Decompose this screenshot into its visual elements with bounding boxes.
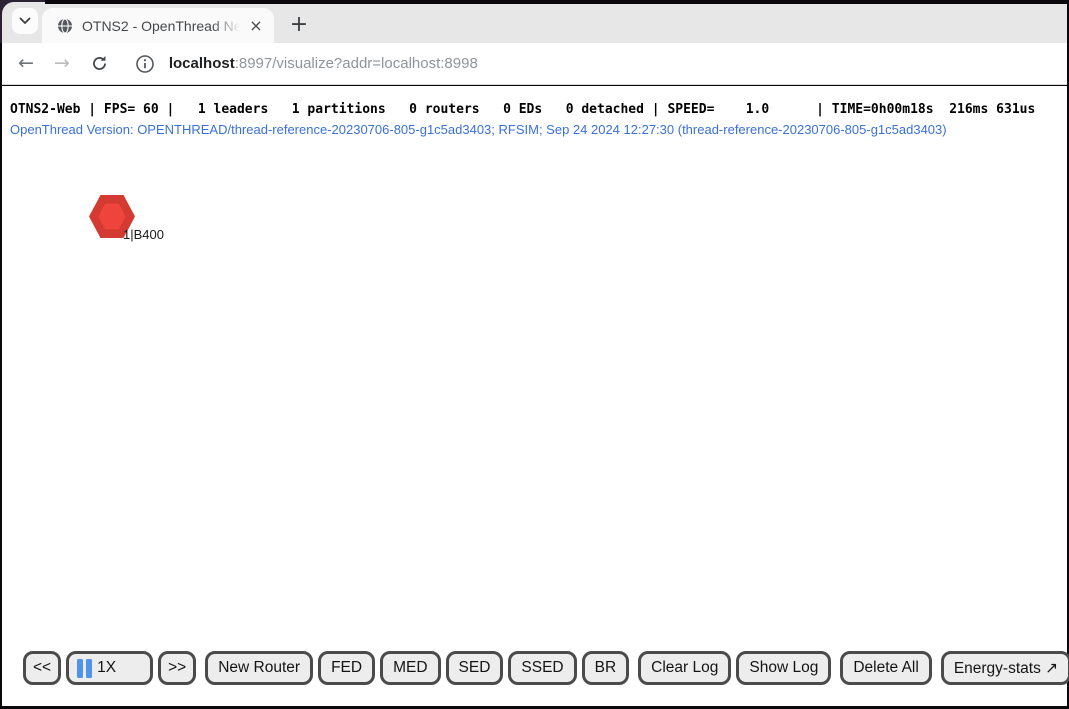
new-tab-button[interactable]: + <box>284 9 314 39</box>
tab-list-button[interactable] <box>12 8 38 34</box>
browser-tab[interactable]: OTNS2 - OpenThread Ne × <box>42 8 274 43</box>
node-label: 1|B400 <box>123 227 164 242</box>
reload-button[interactable] <box>90 54 109 73</box>
delete-all-button[interactable]: Delete All <box>840 651 931 685</box>
url-host: localhost <box>169 55 235 72</box>
speed-up-button[interactable]: >> <box>158 651 196 685</box>
globe-icon <box>57 18 73 34</box>
tab-title: OTNS2 - OpenThread Ne <box>82 18 240 34</box>
status-line: OTNS2-Web | FPS= 60 | 1 leaders 1 partit… <box>10 102 1035 117</box>
speed-display-button[interactable]: 1X <box>66 651 153 685</box>
new-fed-button[interactable]: FED <box>318 651 375 685</box>
new-sed-button[interactable]: SED <box>446 651 504 685</box>
otns-canvas: OTNS2-Web | FPS= 60 | 1 leaders 1 partit… <box>2 86 1067 706</box>
address-bar: ← → localhost:8997/visualize?addr=localh… <box>2 43 1067 85</box>
new-ssed-button[interactable]: SSED <box>508 651 576 685</box>
energy-stats-button[interactable]: Energy-stats ↗ <box>941 651 1069 685</box>
openthread-version-link[interactable]: OpenThread Version: OPENTHREAD/thread-re… <box>10 122 947 137</box>
info-icon[interactable] <box>135 54 155 74</box>
clear-log-button[interactable]: Clear Log <box>638 651 731 685</box>
url-path: :8997/visualize?addr=localhost:8998 <box>235 55 478 72</box>
back-button[interactable]: ← <box>18 54 34 73</box>
speed-value: 1X <box>97 659 116 677</box>
pause-icon <box>77 659 92 678</box>
action-toolbar: << 1X >> New Router FED MED SED SSED BR … <box>23 651 1069 685</box>
browser-window: OTNS2 - OpenThread Ne × + ← → localhost:… <box>2 0 1067 706</box>
new-router-button[interactable]: New Router <box>205 651 313 685</box>
show-log-button[interactable]: Show Log <box>736 651 831 685</box>
speed-down-button[interactable]: << <box>23 651 61 685</box>
chevron-down-icon <box>19 12 31 30</box>
new-med-button[interactable]: MED <box>380 651 440 685</box>
url-text[interactable]: localhost:8997/visualize?addr=localhost:… <box>169 55 478 72</box>
forward-button[interactable]: → <box>54 54 70 73</box>
tab-close-button[interactable]: × <box>246 15 266 35</box>
tab-strip: OTNS2 - OpenThread Ne × + <box>2 4 1067 43</box>
new-br-button[interactable]: BR <box>582 651 630 685</box>
